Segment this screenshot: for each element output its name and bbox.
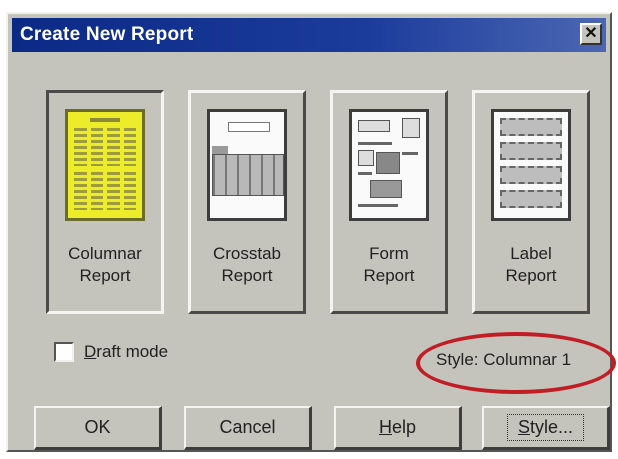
form-report-label: Form Report: [363, 244, 415, 285]
ok-button-label: OK: [84, 417, 111, 437]
label-report-button[interactable]: Label Report: [472, 90, 590, 314]
crosstab-report-button[interactable]: Crosstab Report: [188, 90, 306, 314]
label-report-thumbnail: [491, 109, 571, 221]
form-report-button[interactable]: Form Report: [330, 90, 448, 314]
close-button[interactable]: ✕: [580, 23, 602, 45]
title-bar[interactable]: Create New Report ✕: [12, 18, 606, 52]
style-info-text: Style: Columnar 1: [436, 350, 572, 369]
create-new-report-dialog: Create New Report ✕ Columnar Report Cros…: [6, 12, 616, 452]
form-report-thumbnail: [349, 109, 429, 221]
style-button-label: Style...: [506, 414, 585, 441]
style-button[interactable]: Style...: [482, 406, 610, 450]
draft-mode-checkbox[interactable]: [54, 342, 74, 362]
help-button-label: Help: [378, 417, 417, 437]
columnar-report-label: Columnar Report: [68, 244, 142, 285]
dialog-title: Create New Report: [20, 24, 194, 45]
columnar-report-thumbnail: [65, 109, 145, 221]
help-button[interactable]: Help: [334, 406, 462, 450]
draft-mode-label: Draft mode: [84, 342, 169, 361]
crosstab-report-thumbnail: [207, 109, 287, 221]
cancel-button-label: Cancel: [219, 417, 276, 437]
ok-button[interactable]: OK: [34, 406, 162, 450]
draft-mode-option[interactable]: Draft mode: [54, 342, 168, 362]
columnar-report-button[interactable]: Columnar Report: [46, 90, 164, 314]
crosstab-report-label: Crosstab Report: [212, 244, 282, 285]
cancel-button[interactable]: Cancel: [184, 406, 312, 450]
close-icon: ✕: [584, 25, 598, 42]
label-report-label: Label Report: [505, 244, 557, 285]
